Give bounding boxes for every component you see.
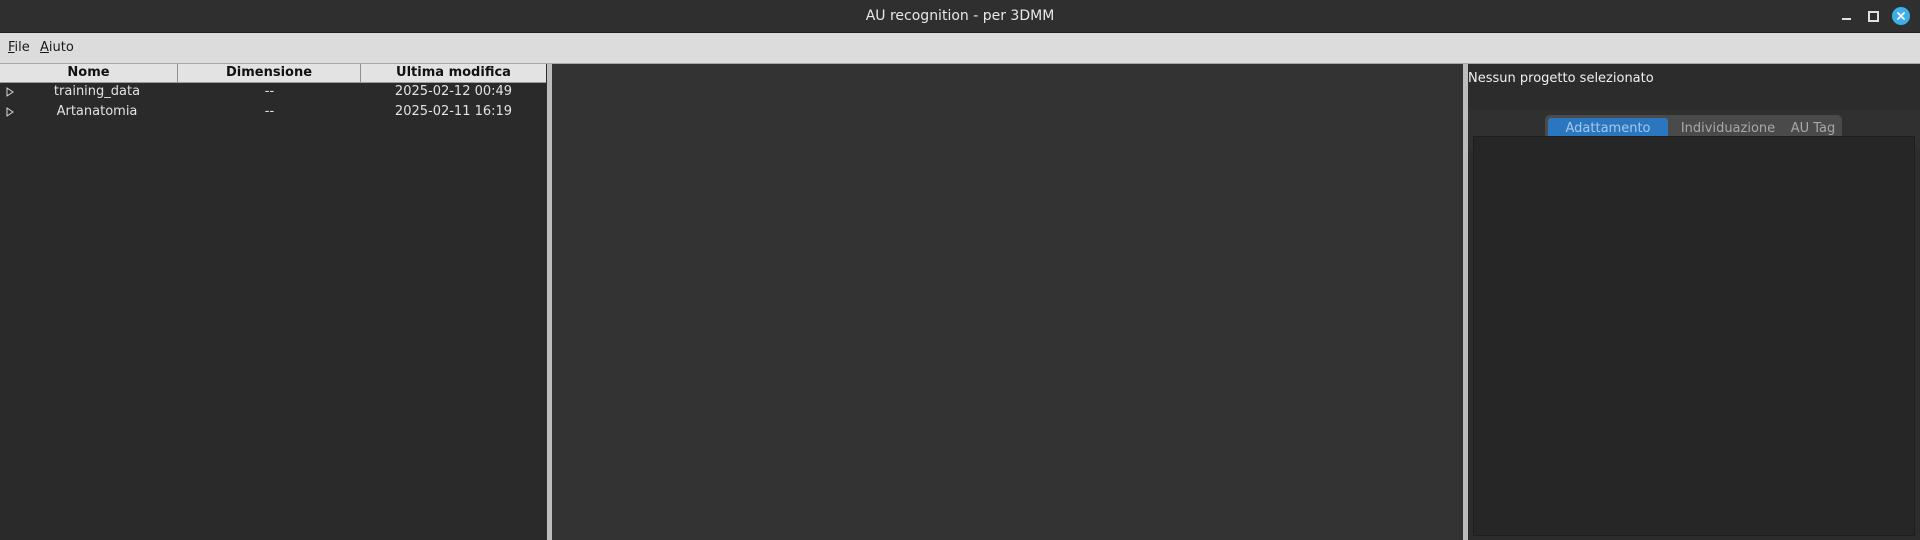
tree-cell-name: Artanatomia [56,104,138,119]
maximize-button[interactable] [1864,7,1882,25]
close-button[interactable] [1892,7,1910,25]
tab-content-area [1473,136,1915,536]
tree-row[interactable]: training_data -- 2025-02-12 00:49 [0,82,546,102]
window-title: AU recognition - per 3DMM [865,8,1055,24]
file-tree-header: Nome Dimensione Ultima modifica [0,64,546,83]
column-header-modified[interactable]: Ultima modifica [361,64,546,82]
maximize-icon [1867,10,1879,22]
triangle-right-icon[interactable] [5,107,15,117]
viewer-panel [552,64,1463,540]
triangle-right-icon[interactable] [5,87,15,97]
tree-cell-name: training_data [53,84,141,99]
project-status-label: Nessun progetto selezionato [1468,71,1654,86]
app-window: AU recognition - per 3DMM File Aiuto Nom… [0,0,1920,540]
tree-cell-modified: 2025-02-11 16:19 [394,104,513,119]
column-header-name[interactable]: Nome [0,64,178,82]
tree-row[interactable]: Artanatomia -- 2025-02-11 16:19 [0,102,546,122]
menu-file[interactable]: File [8,33,30,63]
tree-cell-size: -- [264,104,275,119]
menu-bar: File Aiuto [0,33,1920,64]
close-icon [1892,7,1910,25]
menu-help[interactable]: Aiuto [40,33,74,63]
file-tree-panel: Nome Dimensione Ultima modifica training… [0,64,546,540]
tree-cell-size: -- [264,84,275,99]
title-bar: AU recognition - per 3DMM [0,0,1920,33]
minimize-icon [1841,18,1851,20]
project-panel: Nessun progetto selezionato Adattamento … [1468,64,1920,540]
tree-cell-modified: 2025-02-12 00:49 [394,84,513,99]
minimize-button[interactable] [1837,7,1855,25]
column-header-size[interactable]: Dimensione [178,64,361,82]
